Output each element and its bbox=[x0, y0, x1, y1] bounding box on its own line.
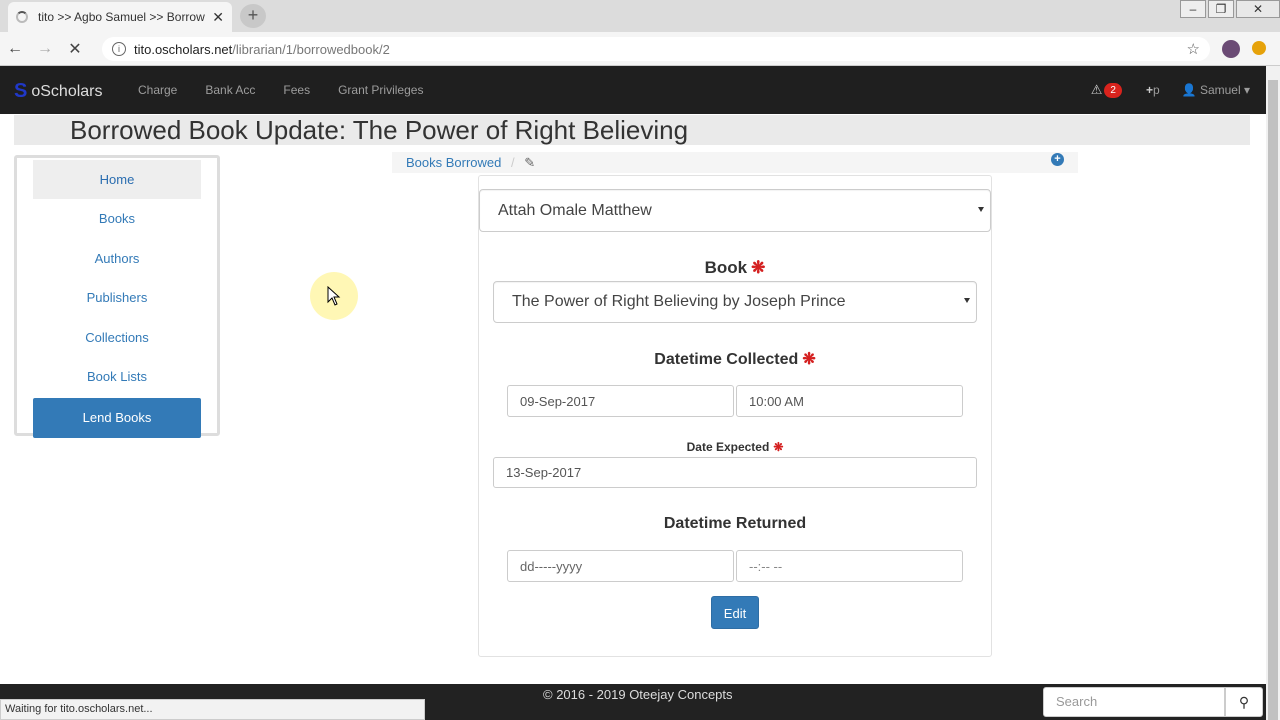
copyright-text: © 2016 - 2019 Oteejay Concepts bbox=[543, 687, 733, 702]
browser-tab[interactable]: tito >> Agbo Samuel >> Borrow ✕ bbox=[8, 2, 232, 32]
required-asterisk-icon: ❋ bbox=[802, 351, 816, 368]
user-icon: 👤 bbox=[1181, 83, 1197, 97]
back-icon[interactable]: ← bbox=[0, 40, 30, 58]
scrollbar-thumb[interactable] bbox=[1268, 80, 1278, 720]
book-select[interactable]: The Power of Right Believing by Joseph P… bbox=[493, 281, 977, 323]
site-navbar: S oScholars Charge Bank Acc Fees Grant P… bbox=[0, 66, 1266, 114]
book-label-text: Book bbox=[704, 258, 748, 277]
breadcrumb-separator: / bbox=[511, 155, 515, 170]
loading-spinner-icon bbox=[16, 11, 28, 23]
search-button[interactable]: ⚲ bbox=[1225, 687, 1263, 717]
edit-icon: ✎ bbox=[524, 155, 536, 170]
sidebar-item-home[interactable]: Home bbox=[33, 160, 201, 200]
window-close-icon[interactable]: ✕ bbox=[1236, 0, 1280, 18]
sidebar-item-collections[interactable]: Collections bbox=[33, 318, 201, 357]
page-header: Borrowed Book Update: The Power of Right… bbox=[14, 115, 1250, 145]
date-expected-input[interactable]: 13-Sep-2017 bbox=[493, 457, 977, 488]
alert-count-badge[interactable]: 2 bbox=[1104, 82, 1122, 98]
nav-link-grant-privileges[interactable]: Grant Privileges bbox=[338, 83, 423, 97]
returned-date-input[interactable]: dd-----yyyy bbox=[507, 550, 734, 582]
brand-s-icon: S bbox=[14, 80, 28, 102]
required-asterisk-icon: ❋ bbox=[751, 258, 766, 277]
user-name: Samuel bbox=[1199, 83, 1241, 97]
collected-date-input[interactable]: 09-Sep-2017 bbox=[507, 385, 734, 417]
brand-logo[interactable]: S oScholars bbox=[14, 80, 103, 103]
close-tab-icon[interactable]: ✕ bbox=[212, 9, 224, 26]
nav-link-fees[interactable]: Fees bbox=[283, 83, 310, 97]
extension-icon[interactable] bbox=[1252, 41, 1266, 55]
page-scrollbar[interactable] bbox=[1266, 66, 1280, 720]
breadcrumb: Books Borrowed / ✎ + bbox=[392, 152, 1078, 173]
profile-avatar[interactable] bbox=[1222, 40, 1240, 58]
nav-links: Charge Bank Acc Fees Grant Privileges bbox=[138, 83, 451, 97]
browser-status-bar: Waiting for tito.oscholars.net... bbox=[0, 699, 425, 720]
nav-right: ⚠ 2 +p 👤 Samuel ▾ bbox=[1091, 82, 1250, 98]
window-controls: – ❐ ✕ bbox=[1178, 0, 1280, 20]
mouse-pointer-icon bbox=[327, 286, 341, 306]
sidebar: Home Books Authors Publishers Collection… bbox=[14, 155, 220, 438]
sidebar-item-authors[interactable]: Authors bbox=[33, 239, 201, 278]
sidebar-item-lend-books[interactable]: Lend Books bbox=[33, 398, 201, 438]
warning-icon[interactable]: ⚠ bbox=[1091, 82, 1103, 98]
bookmark-star-icon[interactable]: ☆ bbox=[1187, 40, 1200, 58]
sidebar-item-publishers[interactable]: Publishers bbox=[33, 278, 201, 317]
collected-time-input[interactable]: 10:00 AM bbox=[736, 385, 963, 417]
search-input[interactable]: Search bbox=[1043, 687, 1225, 717]
url-path: /librarian/1/borrowedbook/2 bbox=[232, 41, 390, 57]
page-title: Borrowed Book Update: The Power of Right… bbox=[70, 115, 689, 145]
breadcrumb-books-borrowed[interactable]: Books Borrowed bbox=[406, 155, 501, 170]
datetime-collected-label-text: Datetime Collected bbox=[654, 351, 799, 368]
add-menu[interactable]: +p bbox=[1146, 83, 1160, 97]
edit-button[interactable]: Edit bbox=[711, 596, 759, 629]
stop-loading-icon[interactable]: ✕ bbox=[60, 39, 90, 59]
add-menu-label: p bbox=[1152, 83, 1160, 97]
date-expected-label: Date Expected ❋ bbox=[478, 440, 992, 454]
sidebar-item-book-lists[interactable]: Book Lists bbox=[33, 357, 201, 396]
cursor-highlight bbox=[310, 272, 358, 320]
chevron-down-icon bbox=[978, 206, 984, 212]
add-circle-icon[interactable]: + bbox=[1051, 153, 1064, 166]
book-select-value: The Power of Right Believing by Joseph P… bbox=[512, 293, 846, 310]
new-tab-button[interactable]: + bbox=[240, 4, 266, 28]
chevron-down-icon bbox=[964, 298, 970, 303]
maximize-icon[interactable]: ❐ bbox=[1208, 0, 1234, 18]
site-info-icon[interactable]: i bbox=[112, 42, 126, 56]
forward-icon[interactable]: → bbox=[30, 40, 60, 58]
nav-link-bank-acc[interactable]: Bank Acc bbox=[205, 83, 255, 97]
sidebar-item-books[interactable]: Books bbox=[33, 199, 201, 238]
minimize-icon[interactable]: – bbox=[1180, 0, 1206, 18]
borrower-select-value: Attah Omale Matthew bbox=[498, 201, 652, 219]
user-menu[interactable]: 👤 Samuel ▾ bbox=[1182, 83, 1250, 97]
book-label: Book ❋ bbox=[478, 258, 992, 278]
date-expected-label-text: Date Expected bbox=[686, 440, 770, 454]
tab-title: tito >> Agbo Samuel >> Borrow bbox=[38, 10, 205, 24]
url-host: tito.oscholars.net bbox=[134, 41, 233, 57]
brand-name: oScholars bbox=[31, 82, 103, 100]
datetime-returned-label: Datetime Returned bbox=[478, 515, 992, 533]
address-bar: ← → ✕ i tito.oscholars.net/librarian/1/b… bbox=[0, 32, 1280, 66]
datetime-collected-label: Datetime Collected ❋ bbox=[478, 349, 992, 369]
datetime-returned-label-text: Datetime Returned bbox=[663, 515, 807, 532]
url-input[interactable]: i tito.oscholars.net/librarian/1/borrowe… bbox=[102, 37, 1210, 61]
returned-time-input[interactable]: --:-- -- bbox=[736, 550, 963, 582]
borrower-select[interactable]: Attah Omale Matthew bbox=[479, 189, 991, 232]
nav-link-charge[interactable]: Charge bbox=[138, 83, 177, 97]
plus-icon: + bbox=[1145, 83, 1153, 97]
required-asterisk-icon: ❋ bbox=[773, 440, 784, 454]
search-icon: ⚲ bbox=[1238, 694, 1250, 710]
browser-tab-bar: tito >> Agbo Samuel >> Borrow ✕ + – ❐ ✕ bbox=[0, 0, 1280, 32]
